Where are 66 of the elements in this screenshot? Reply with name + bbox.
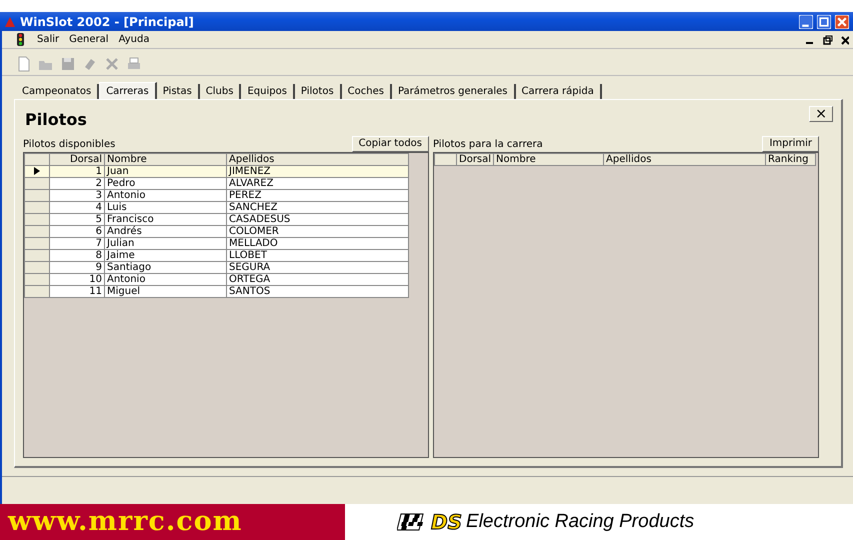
table-cell: Antonio: [104, 190, 226, 202]
traffic-light-icon: [14, 33, 27, 46]
table-cell: 11: [50, 286, 104, 298]
table-cell: ORTEGA: [226, 274, 408, 286]
column-header: Dorsal: [456, 154, 494, 166]
row-pointer-icon: [34, 167, 40, 176]
table-cell: Jaime: [104, 250, 226, 262]
table-cell: LLOBET: [226, 250, 408, 262]
table-cell: SANTOS: [226, 286, 408, 298]
table-cell: SANCHEZ: [226, 202, 408, 214]
tab[interactable]: Carrera rápida: [516, 84, 602, 99]
table-cell: 8: [50, 250, 104, 262]
section-label: Pilotos para la carrera: [433, 138, 543, 152]
close-icon[interactable]: [841, 34, 849, 44]
table-cell: Francisco: [104, 214, 226, 226]
brand-logo: DS: [431, 509, 462, 536]
table-cell: COLOMER: [226, 226, 408, 238]
tab[interactable]: Clubs: [200, 84, 242, 99]
table-cell: CASADESUS: [226, 214, 408, 226]
table-cell: 5: [50, 214, 104, 226]
close-button[interactable]: ×: [809, 106, 833, 122]
menu-item[interactable]: Salir: [37, 32, 60, 47]
tab[interactable]: Parámetros generales: [392, 84, 516, 99]
action-button[interactable]: Copiar todos: [352, 136, 429, 152]
table-cell: Julian: [104, 238, 226, 250]
table-cell: Pedro: [104, 178, 226, 190]
table-cell: 6: [50, 226, 104, 238]
table-cell: 9: [50, 262, 104, 274]
table-cell: Antonio: [104, 274, 226, 286]
table-cell: 3: [50, 190, 104, 202]
table-cell: SEGURA: [226, 262, 408, 274]
table-cell: ALVAREZ: [226, 178, 408, 190]
section-label: Pilotos disponibles: [23, 138, 116, 152]
column-header: Apellidos: [226, 154, 408, 166]
tagline: Electronic Racing Products: [466, 510, 694, 534]
column-header: Apellidos: [604, 154, 766, 166]
table-cell: Juan: [104, 166, 226, 178]
column-header: Dorsal: [50, 154, 104, 166]
menu-item[interactable]: General: [69, 32, 109, 47]
table-cell: Santiago: [104, 262, 226, 274]
panel-title: Pilotos: [25, 109, 87, 131]
tab[interactable]: Coches: [342, 84, 392, 99]
table-cell: 2: [50, 178, 104, 190]
column-header: Ranking: [766, 154, 816, 166]
app-icon: [4, 16, 16, 28]
column-header: Nombre: [104, 154, 226, 166]
table-cell: 4: [50, 202, 104, 214]
table-cell: 10: [50, 274, 104, 286]
table-cell: 1: [50, 166, 104, 178]
tab[interactable]: Pistas: [156, 84, 200, 99]
restore-icon[interactable]: [823, 34, 833, 44]
tab[interactable]: Equipos: [241, 84, 295, 99]
tab[interactable]: Pilotos: [294, 84, 342, 99]
window-title: WinSlot 2002 - [Principal]: [20, 14, 194, 30]
table-cell: Luis: [104, 202, 226, 214]
table-cell: 7: [50, 238, 104, 250]
table-cell: MELLADO: [226, 238, 408, 250]
table-cell: Miguel: [104, 286, 226, 298]
table-cell: JIMENEZ: [226, 166, 408, 178]
table-cell: PEREZ: [226, 190, 408, 202]
menu-item[interactable]: Ayuda: [118, 32, 150, 47]
tab[interactable]: Carreras: [99, 82, 157, 100]
column-header: Nombre: [494, 154, 604, 166]
table-cell: Andrés: [104, 226, 226, 238]
website-banner[interactable]: www.mrrc.com: [0, 504, 345, 540]
action-button[interactable]: Imprimir: [762, 136, 819, 152]
